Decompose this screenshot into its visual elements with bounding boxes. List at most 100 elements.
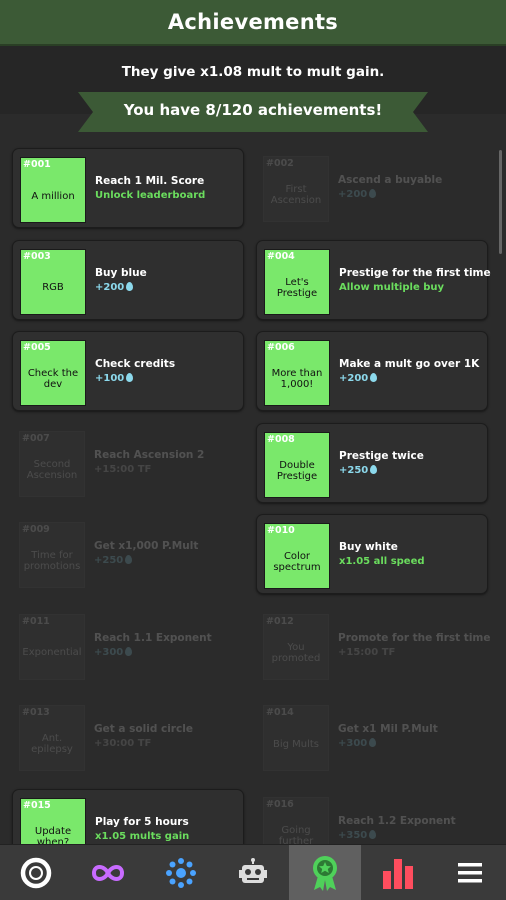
achievement-description: Play for 5 hours: [95, 815, 189, 828]
nav-tab-medal[interactable]: [289, 845, 362, 900]
achievement-card[interactable]: #011 Exponential Reach 1.1 Exponent +300: [12, 606, 244, 686]
nav-tab-infinity[interactable]: [72, 845, 144, 900]
achievement-number: #015: [23, 799, 51, 811]
achievement-description: Promote for the first time: [338, 631, 491, 644]
atom-icon: [164, 856, 198, 890]
bottom-nav: [0, 844, 506, 900]
achievement-badge: #006 More than 1,000!: [264, 340, 330, 406]
scrollbar[interactable]: [499, 150, 502, 254]
achievement-card[interactable]: #009 Time for promotions Get x1,000 P.Mult…: [12, 514, 244, 594]
achievement-name: First Ascension: [270, 184, 322, 206]
achievement-reward: +350: [338, 829, 377, 841]
achievement-number: #013: [22, 707, 50, 718]
achievement-card[interactable]: #010 Color spectrum Buy white x1.05 all spe…: [256, 514, 488, 594]
robot-icon: [237, 857, 269, 889]
drop-currency-icon: [126, 281, 134, 291]
achievement-badge: #007 Second Ascension: [19, 430, 85, 497]
nav-tab-ring[interactable]: [0, 845, 72, 900]
achievement-card[interactable]: #004 Let's Prestige Prestige for the first…: [256, 239, 491, 320]
achievement-grid[interactable]: #001 A million Reach 1 Mil. Score Unlock le…: [0, 140, 506, 844]
achievement-description: Reach 1 Mil. Score: [95, 175, 205, 187]
achievement-name: A million: [31, 190, 75, 202]
achievement-number: #014: [266, 707, 294, 718]
achievement-reward: +15:00 TF: [94, 464, 151, 475]
ring-icon: [18, 855, 54, 891]
drop-currency-icon: [369, 829, 377, 839]
achievement-card[interactable]: #005 Check the dev Check credits +100: [12, 331, 244, 411]
achievement-badge: #012 You promoted: [263, 613, 329, 680]
achievement-description: Check credits: [95, 358, 176, 370]
reward-text: +200: [339, 373, 369, 384]
page-title: Achievements: [167, 10, 339, 34]
achievement-count-text: You have 8/120 achievements!: [123, 101, 383, 119]
achievement-badge: #002 First Ascension: [263, 156, 329, 222]
nav-tab-menu[interactable]: [434, 845, 506, 900]
achievement-badge: #010 Color spectrum: [264, 523, 330, 589]
achievement-number: #007: [22, 432, 50, 444]
achievement-number: #004: [267, 250, 295, 262]
achievement-number: #011: [22, 615, 50, 627]
achievement-description: Buy white: [339, 541, 398, 553]
achievement-name: Double Prestige: [276, 459, 318, 482]
achievement-card[interactable]: #016 Going further Reach 1.2 Exponent +350: [256, 789, 488, 845]
achievement-reward: +200: [338, 189, 377, 200]
achievement-description: Buy blue: [95, 266, 147, 279]
medal-icon: [308, 854, 342, 892]
achievement-name: Big Mults: [272, 738, 320, 750]
achievement-description: Reach 1.2 Exponent: [338, 814, 456, 827]
reward-text: +300: [338, 738, 368, 749]
achievement-reward: +300: [338, 738, 377, 749]
achievement-card[interactable]: #013 Ant. epilepsy Get a solid circle +30:0…: [12, 697, 244, 777]
achievement-name: Going further: [278, 824, 314, 845]
achievement-badge: #015 Update when?: [20, 797, 86, 845]
infinity-icon: [90, 861, 126, 885]
achievement-reward: x1.05 all speed: [339, 556, 425, 567]
reward-text: +300: [94, 646, 124, 658]
achievement-badge: #005 Check the dev: [20, 340, 86, 406]
achievement-card[interactable]: #008 Double Prestige Prestige twice +250: [256, 422, 488, 503]
reward-text: x1.05 all speed: [339, 556, 425, 567]
reward-text: +200: [95, 281, 125, 293]
achievement-description: Reach Ascension 2: [94, 448, 205, 461]
achievement-card[interactable]: #007 Second Ascension Reach Ascension 2 +15…: [12, 423, 244, 503]
reward-text: +15:00 TF: [338, 646, 396, 658]
achievement-name: RGB: [42, 282, 64, 293]
achievement-reward: x1.05 mults gain: [95, 831, 189, 842]
achievement-name: Ant. epilepsy: [31, 733, 73, 755]
achievement-badge: #013 Ant. epilepsy: [19, 705, 85, 771]
achievement-card[interactable]: #002 First Ascension Ascend a buyable +200: [256, 148, 488, 228]
achievement-badge: #004 Let's Prestige: [264, 248, 330, 315]
nav-tab-atom[interactable]: [145, 845, 217, 900]
achievement-number: #010: [267, 525, 295, 536]
achievement-card[interactable]: #001 A million Reach 1 Mil. Score Unlock le…: [12, 148, 244, 228]
achievement-card[interactable]: #006 More than 1,000! Make a mult go over …: [256, 331, 488, 411]
achievement-description: Prestige for the first time: [339, 266, 491, 279]
drop-currency-icon: [370, 373, 378, 382]
bar-chart-icon: [381, 857, 415, 889]
achievement-badge: #001 A million: [20, 157, 86, 223]
achievement-badge: #011 Exponential: [19, 613, 85, 680]
achievement-card[interactable]: #003 RGB Buy blue +200: [12, 239, 244, 320]
achievement-name: Update when?: [34, 825, 72, 845]
achievement-count-banner: You have 8/120 achievements!: [0, 92, 506, 132]
achievement-number: #005: [23, 342, 51, 353]
achievement-description: Prestige twice: [339, 449, 424, 462]
app-header: Achievements: [0, 0, 506, 46]
achievement-name: Time for promotions: [23, 550, 81, 572]
reward-text: +30:00 TF: [94, 738, 152, 749]
reward-text: Unlock leaderboard: [95, 190, 206, 201]
menu-icon: [456, 861, 484, 885]
achievement-number: #006: [267, 342, 295, 353]
achievement-reward: +100: [95, 373, 134, 384]
achievement-number: #008: [267, 433, 295, 445]
achievement-reward: +15:00 TF: [338, 647, 395, 658]
achievement-reward: +300: [94, 646, 133, 658]
nav-tab-bar-chart[interactable]: [361, 845, 433, 900]
achievement-reward: +200: [339, 373, 378, 384]
achievement-card[interactable]: #012 You promoted Promote for the first ti…: [256, 606, 491, 686]
nav-tab-robot[interactable]: [217, 845, 289, 900]
achievement-card[interactable]: #015 Update when? Play for 5 hours x1.05 mu…: [12, 788, 244, 845]
reward-text: +200: [338, 189, 368, 200]
achievement-badge: #016 Going further: [263, 796, 329, 845]
achievement-card[interactable]: #014 Big Mults Get x1 Mil P.Mult +300: [256, 697, 488, 777]
